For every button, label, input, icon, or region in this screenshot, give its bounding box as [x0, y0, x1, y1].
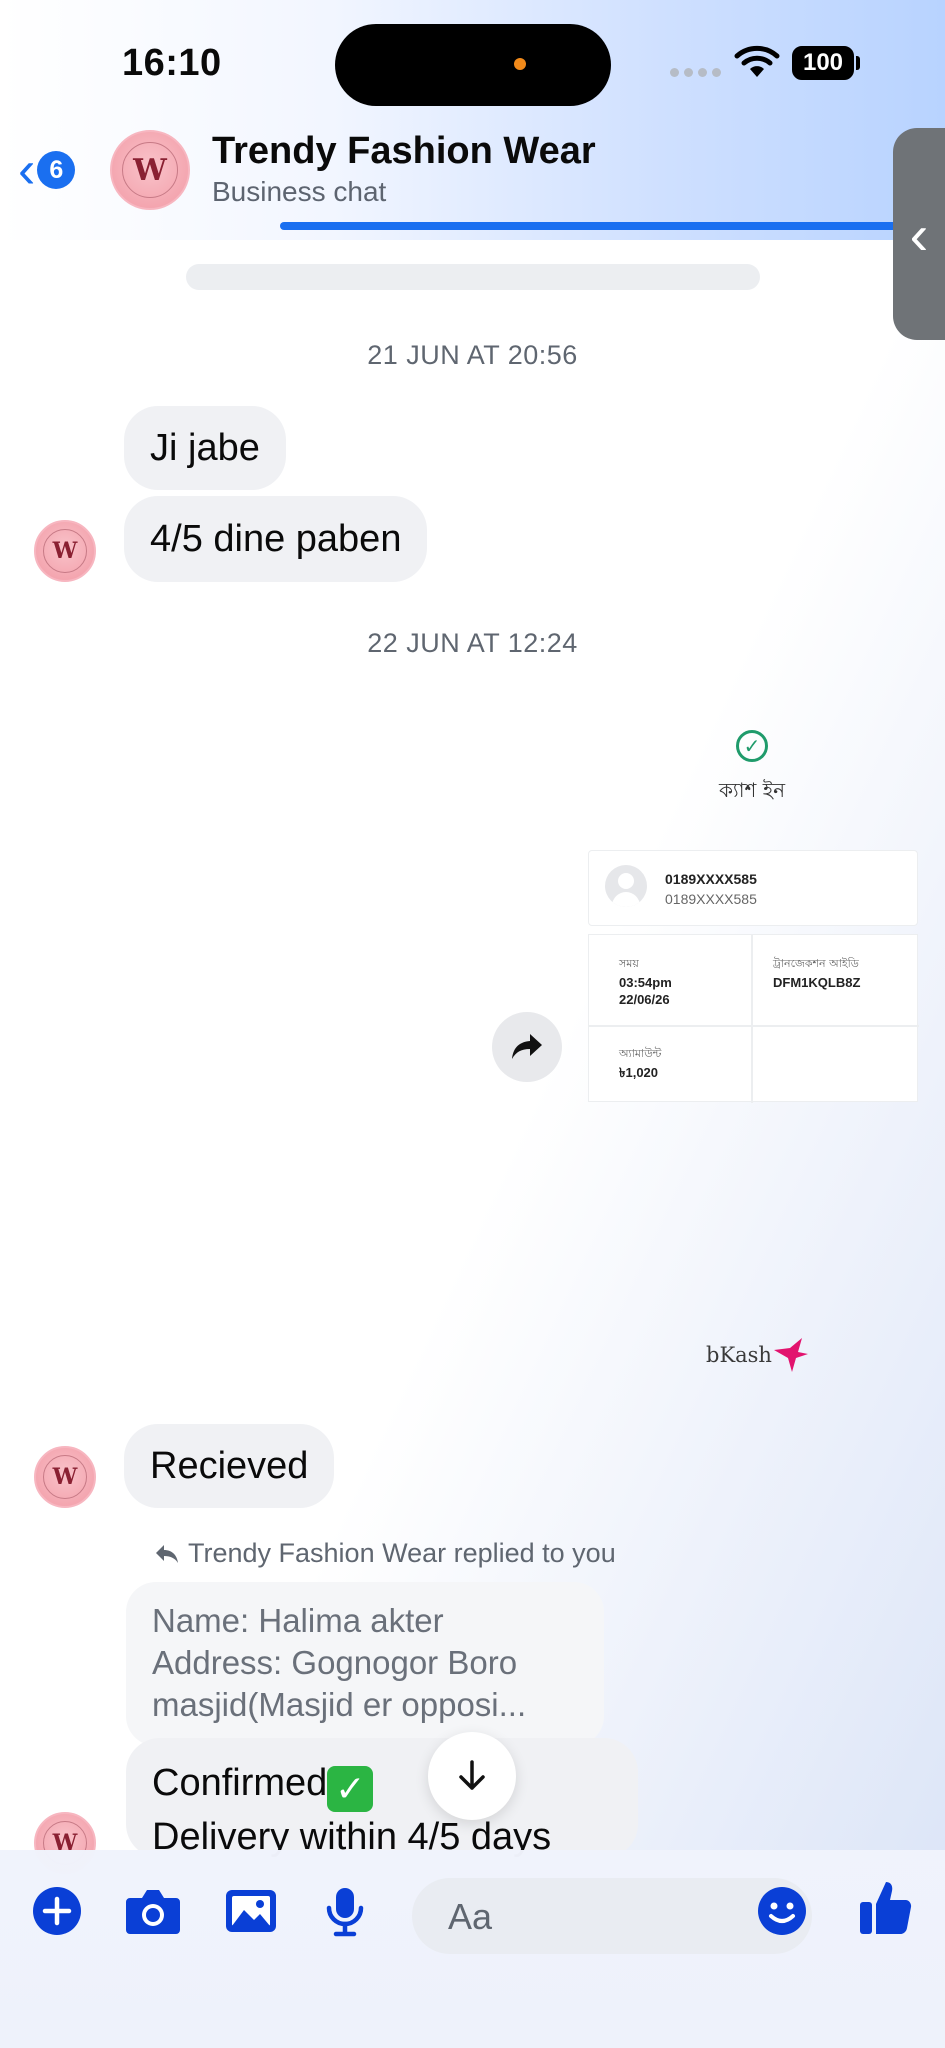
status-bar: 16:10 100 [0, 0, 945, 120]
chat-subtitle: Business chat [212, 176, 387, 207]
receipt-details[interactable]: সময় 03:54pm 22/06/26 ট্রানজেকশন আইডি DF… [588, 934, 919, 1103]
emoji-button[interactable] [757, 1886, 807, 1936]
back-button[interactable]: ‹ 6 [18, 141, 76, 199]
sender-avatar[interactable]: W [34, 520, 96, 582]
status-time: 16:10 [122, 42, 222, 84]
receipt-trx-label: ট্রানজেকশন আইডি [773, 957, 859, 970]
quoted-line: Address: Gognogor Boro [152, 1644, 518, 1681]
camera-button[interactable] [124, 1886, 182, 1936]
receipt-amount-value: ৳1,020 [619, 1065, 659, 1080]
receipt-time-value: 03:54pm [619, 975, 672, 990]
receipt-time-label: সময় [619, 957, 639, 970]
sender-avatar[interactable]: W [34, 1446, 96, 1508]
message-bubble[interactable]: Recieved [124, 1424, 335, 1508]
message-bubble[interactable]: 4/5 dine paben [124, 496, 428, 582]
dynamic-island [335, 24, 611, 106]
thumbs-up-icon [860, 1882, 912, 1935]
header-accent-line [280, 222, 910, 230]
receipt-account-number: 0189XXXX585 [665, 871, 757, 887]
message-input[interactable]: Aa [412, 1878, 812, 1954]
privacy-indicator [514, 58, 526, 70]
reply-arrow-icon [156, 1544, 178, 1563]
bkash-bird-icon [773, 1338, 808, 1372]
receipt-trx-value: DFM1KQLB8Z [773, 975, 861, 990]
quoted-line: Name: Halima akter [152, 1602, 444, 1639]
receipt-status: ক্যাশ ইন [718, 778, 786, 802]
smiley-icon [758, 1887, 806, 1935]
forward-button[interactable] [492, 1012, 562, 1082]
arrow-down-icon [459, 1760, 485, 1790]
user-icon [605, 865, 647, 907]
share-arrow-icon [512, 1034, 542, 1059]
receipt-divider [751, 935, 753, 1103]
timestamp: 21 JUN AT 20:56 [367, 340, 578, 370]
reply-indicator: Trendy Fashion Wear replied to you [154, 1538, 616, 1569]
like-button[interactable] [858, 1878, 914, 1936]
avatar-logo-letter: W [52, 538, 78, 564]
check-mark-icon: ✓ [327, 1766, 374, 1812]
message-bubble[interactable]: Ji jabe [124, 406, 286, 490]
loading-placeholder [186, 264, 760, 290]
receipt-date-value: 22/06/26 [619, 992, 670, 1007]
receipt-account-card[interactable]: 0189XXXX585 0189XXXX585 [588, 850, 918, 926]
bkash-logo: bKash [706, 1336, 810, 1374]
avatar-logo-letter: W [52, 1464, 78, 1490]
bkash-wordmark: bKash [706, 1343, 772, 1367]
contact-avatar[interactable]: W [110, 130, 190, 210]
chat-title[interactable]: Trendy Fashion Wear [212, 130, 596, 173]
timestamp: 22 JUN AT 12:24 [367, 628, 578, 658]
message-input-placeholder: Aa [448, 1896, 493, 1937]
receipt-account-subtext: 0189XXXX585 [665, 891, 757, 907]
battery-cap [856, 56, 860, 70]
gallery-button[interactable] [224, 1886, 278, 1936]
quoted-message[interactable]: Name: Halima akter Address: Gognogor Bor… [126, 1582, 604, 1746]
side-panel-handle[interactable]: ‹ [893, 128, 945, 340]
success-check-icon: ✓ [736, 730, 768, 762]
battery-icon: 100 [792, 46, 854, 80]
reply-note-text: Trendy Fashion Wear replied to you [188, 1538, 616, 1568]
chevron-left-icon: ‹ [18, 141, 36, 199]
wifi-icon [734, 45, 780, 77]
voice-button[interactable] [324, 1886, 366, 1938]
plus-icon [33, 1887, 81, 1935]
camera-icon [126, 1890, 180, 1934]
add-button[interactable] [32, 1886, 82, 1936]
receipt-divider [589, 1025, 919, 1027]
scroll-to-bottom-button[interactable] [428, 1732, 516, 1820]
cellular-signal-icon [670, 68, 721, 77]
unread-count-badge: 6 [37, 151, 76, 189]
image-icon [226, 1890, 276, 1932]
receipt-amount-label: অ্যামাউন্ট [619, 1047, 662, 1060]
avatar-logo-letter: W [133, 152, 167, 188]
confirm-text: Confirmed [152, 1762, 328, 1804]
message-bubble[interactable]: Confirmed ✓ Delivery within 4/5 days [126, 1738, 638, 1858]
quoted-line: masjid(Masjid er opposi... [152, 1686, 527, 1723]
microphone-icon [326, 1888, 364, 1937]
chevron-left-icon: ‹ [909, 202, 929, 266]
